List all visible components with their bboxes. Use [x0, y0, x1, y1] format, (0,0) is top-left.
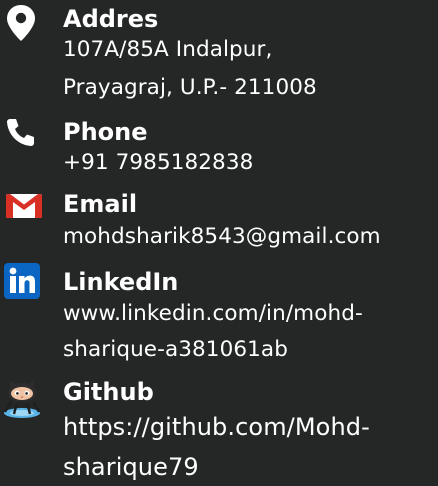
phone-link[interactable]: +91 7985182838 — [63, 146, 253, 180]
email-link[interactable]: mohdsharik8543@gmail.com — [63, 220, 381, 254]
address-line-2: Prayagraj, U.P.- 211008 — [63, 75, 317, 100]
address-title: Addres — [63, 5, 159, 33]
phone-title: Phone — [63, 118, 148, 146]
map-pin-icon — [6, 4, 36, 42]
github-link-line-1[interactable]: https://github.com/Mohd- — [63, 408, 370, 446]
linkedin-title: LinkedIn — [63, 268, 179, 296]
phone-icon — [6, 117, 36, 147]
github-link-line-2[interactable]: sharique79 — [63, 448, 199, 486]
linkedin-link-line-2[interactable]: sharique-a381061ab — [63, 333, 288, 367]
gmail-icon — [6, 194, 42, 218]
address-line-1: 107A/85A Indalpur, — [63, 37, 273, 62]
linkedin-link-line-1[interactable]: www.linkedin.com/in/mohd- — [63, 297, 363, 331]
email-title: Email — [63, 190, 138, 218]
github-octocat-icon — [2, 376, 42, 420]
linkedin-icon — [4, 263, 40, 299]
github-title: Github — [63, 378, 154, 406]
